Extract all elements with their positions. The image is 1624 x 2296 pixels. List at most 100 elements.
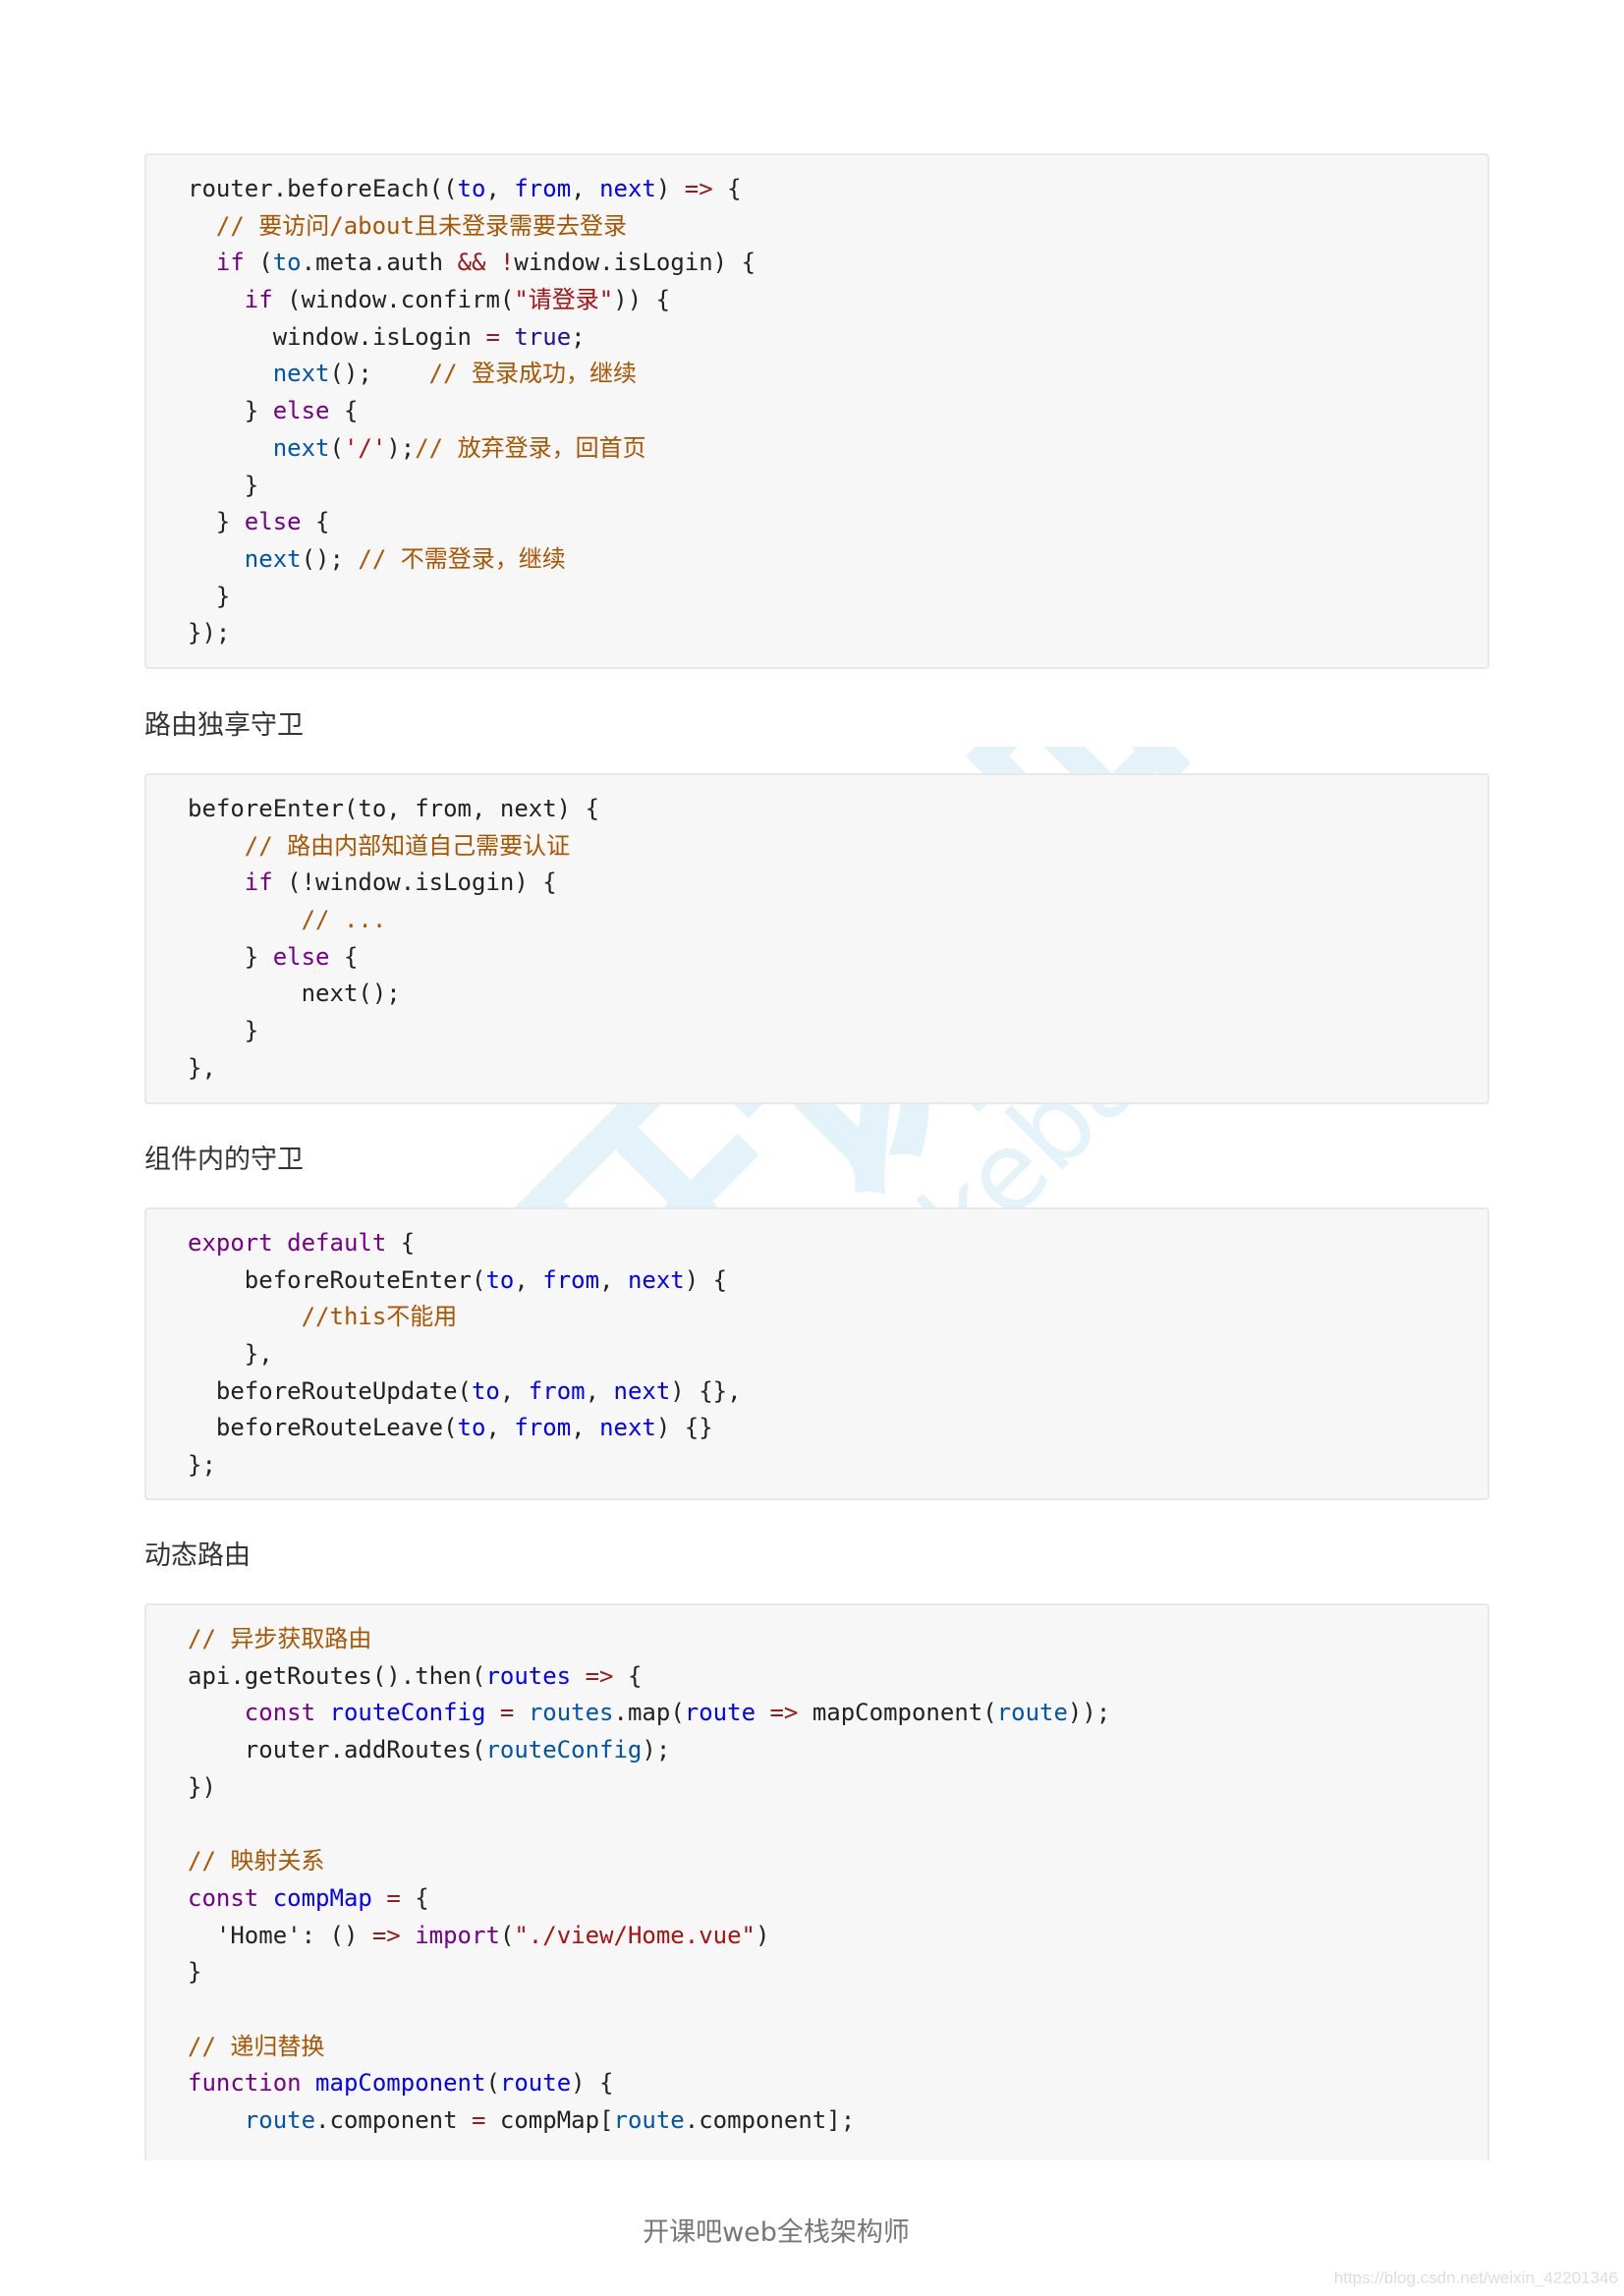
- code-line: if (to.meta.auth && !window.isLogin) {: [188, 245, 1487, 282]
- code-token-op: &&: [457, 249, 486, 277]
- code-token-plain: beforeEnter(to, from, next) {: [188, 795, 600, 822]
- code-token-v2: route: [613, 2105, 685, 2134]
- code-token-kw: default: [287, 1229, 387, 1257]
- code-token-def: to: [457, 175, 486, 202]
- code-token-plain: next();: [188, 980, 401, 1008]
- code-token-plain: .map(: [613, 1699, 685, 1727]
- code-token-plain: {: [400, 1883, 429, 1912]
- code-line: const compMap = {: [188, 1880, 1487, 1918]
- code-token-cm: // ...: [301, 906, 387, 934]
- code-token-plain: ();: [329, 360, 429, 388]
- code-token-plain: ,: [599, 1265, 628, 1294]
- code-token-op: =: [472, 2105, 486, 2134]
- code-token-plain: {: [712, 175, 742, 202]
- code-line: // 递归替换: [188, 2029, 1487, 2066]
- code-line: const routeConfig = routes.map(route => …: [188, 1695, 1487, 1732]
- code-token-plain: }: [188, 1958, 202, 1987]
- code-token-plain: ) {}: [655, 1414, 713, 1442]
- code-token-kw: else: [244, 508, 302, 536]
- code-line: if (!window.isLogin) {: [188, 865, 1487, 902]
- code-token-plain: {: [301, 508, 330, 536]
- code-line: 'Home': () => import("./view/Home.vue"): [188, 1918, 1487, 1955]
- code-line: export default {: [188, 1225, 1487, 1262]
- code-line: } else {: [188, 393, 1487, 430]
- code-line: // 异步获取路由: [188, 1621, 1487, 1658]
- code-token-plain: }: [188, 508, 245, 536]
- code-line: next(); // 不需登录，继续: [188, 541, 1487, 579]
- code-line: }: [188, 468, 1487, 505]
- code-line: } else {: [188, 504, 1487, 541]
- code-token-def: compMap: [272, 1883, 372, 1912]
- code-token-plain: router.addRoutes(: [188, 1736, 486, 1764]
- code-token-def: to: [457, 1414, 486, 1442]
- code-line: // 映射关系: [188, 1843, 1487, 1880]
- code-token-cm: // 要访问/about且未登录需要去登录: [215, 211, 627, 240]
- code-line: beforeEnter(to, from, next) {: [188, 791, 1487, 828]
- code-token-def: next: [599, 1414, 656, 1442]
- code-line: }): [188, 1769, 1487, 1807]
- code-token-plain: (: [329, 433, 344, 462]
- code-token-cm: // 登录成功，继续: [428, 360, 638, 388]
- code-token-plain: )) {: [613, 286, 671, 314]
- code-line: //this不能用: [188, 1299, 1487, 1336]
- code-token-def: mapComponent: [315, 2069, 486, 2098]
- code-line: },: [188, 1336, 1487, 1373]
- code-token-kw: import: [415, 1921, 500, 1949]
- code-token-str: "./view/Home.vue": [514, 1921, 756, 1949]
- code-token-plain: ): [756, 1921, 770, 1949]
- code-token-plain: ,: [571, 1414, 600, 1442]
- code-token-plain: ): [655, 175, 685, 202]
- code-token-cm: // 递归替换: [188, 2032, 325, 2060]
- code-token-cm: //this不能用: [301, 1303, 458, 1331]
- code-token-plain: ,: [485, 1414, 515, 1442]
- code-token-kw: else: [272, 397, 330, 425]
- heading-dynamic-routes: 动态路由: [144, 1540, 251, 1571]
- code-line: });: [188, 615, 1487, 652]
- code-token-plain: },: [188, 1053, 216, 1082]
- code-line: api.getRoutes().then(routes => {: [188, 1658, 1487, 1696]
- code-token-plain: {: [329, 942, 359, 971]
- code-token-v2: to: [272, 249, 302, 277]
- code-line: }: [188, 1954, 1487, 1991]
- heading-route-guard: 路由独享守卫: [144, 710, 304, 741]
- code-token-plain: {: [386, 1229, 416, 1257]
- code-token-plain: compMap[: [485, 2105, 614, 2134]
- code-token-kw: const: [188, 1883, 259, 1912]
- code-token-op: =: [499, 1699, 515, 1727]
- code-token-kw: export: [188, 1229, 273, 1257]
- code-line: function mapComponent(route) {: [188, 2065, 1487, 2102]
- code-token-atom: true: [514, 322, 572, 351]
- code-token-plain: };: [188, 1451, 216, 1480]
- code-token-plain: ,: [499, 1376, 529, 1405]
- code-token-plain: (window.confirm(: [272, 286, 515, 314]
- code-token-kw: if: [215, 249, 245, 277]
- code-token-plain: .component];: [684, 2105, 856, 2134]
- code-token-plain: {: [613, 1661, 643, 1690]
- code-block-global-guard: router.beforeEach((to, from, next) => { …: [144, 153, 1489, 669]
- code-token-plain: ,: [485, 175, 515, 202]
- code-token-def: from: [514, 175, 572, 202]
- code-token-v2: routes: [528, 1699, 614, 1727]
- code-line: };: [188, 1447, 1487, 1484]
- code-block-component-guards: export default { beforeRouteEnter(to, fr…: [144, 1207, 1489, 1500]
- code-token-plain: );: [642, 1736, 671, 1764]
- heading-component-guard: 组件内的守卫: [144, 1145, 304, 1175]
- code-block-before-enter: beforeEnter(to, from, next) { // 路由内部知道自…: [144, 773, 1489, 1104]
- code-line: beforeRouteUpdate(to, from, next) {},: [188, 1373, 1487, 1411]
- code-token-plain: },: [188, 1340, 273, 1369]
- code-token-plain: ) {: [571, 2069, 614, 2098]
- code-token-cm: // 异步获取路由: [188, 1625, 372, 1652]
- code-token-op: =>: [371, 1921, 401, 1949]
- code-token-plain: beforeRouteEnter(: [188, 1265, 486, 1294]
- code-line: // ...: [188, 902, 1487, 939]
- code-token-plain: router.beforeEach((: [188, 175, 458, 202]
